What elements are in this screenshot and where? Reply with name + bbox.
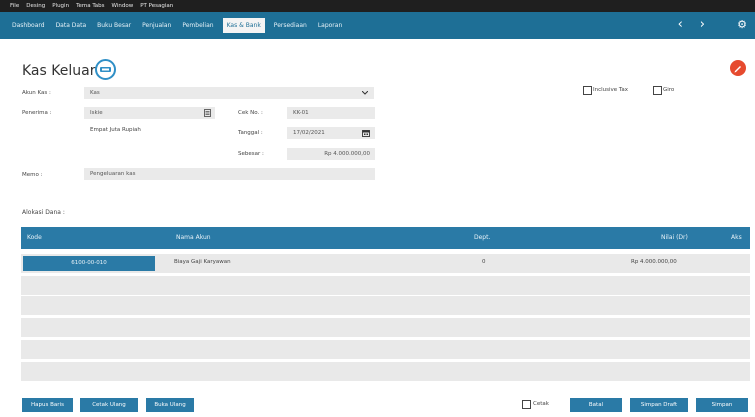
cetak-label: Cetak: [533, 401, 549, 407]
menu-company[interactable]: PT Pesagian: [140, 3, 173, 9]
inclusive-tax-checkbox[interactable]: [583, 86, 592, 95]
terbilang-text: Empat Juta Rupiah: [90, 127, 141, 133]
simpan-draft-button[interactable]: Simpan Draft: [630, 398, 688, 412]
akun-kas-select[interactable]: Kas: [84, 87, 374, 99]
akun-kas-label: Akun Kas :: [22, 90, 51, 96]
batal-button[interactable]: Batal: [570, 398, 622, 412]
chevron-right-icon[interactable]: ›: [700, 16, 705, 34]
calendar-icon[interactable]: [362, 129, 370, 137]
row-dept-cell: 0: [482, 259, 486, 265]
tab-dashboard[interactable]: Dashboard: [10, 19, 47, 32]
tab-data-data[interactable]: Data Data: [54, 19, 89, 32]
alokasi-dana-label: Alokasi Dana :: [22, 209, 65, 216]
giro-label: Giro: [663, 87, 675, 93]
simpan-button[interactable]: Simpan: [696, 398, 748, 412]
pencil-icon[interactable]: [730, 60, 746, 76]
chevron-left-icon[interactable]: ‹: [678, 16, 683, 34]
penerima-label: Penerima :: [22, 110, 52, 116]
giro-checkbox[interactable]: [653, 86, 662, 95]
col-kode[interactable]: Kode: [27, 234, 42, 241]
table-row-empty[interactable]: [21, 276, 750, 295]
buka-ulang-button[interactable]: Buka Ulang: [146, 398, 194, 412]
row-nama-cell: Biaya Gaji Karyawan: [174, 259, 231, 265]
gear-icon[interactable]: ⚙: [737, 18, 747, 31]
col-nama-akun[interactable]: Nama Akun: [176, 234, 211, 241]
cetak-ulang-button[interactable]: Cetak Ulang: [80, 398, 138, 412]
col-nilai[interactable]: Nilai (Dr): [661, 234, 688, 241]
memo-input[interactable]: Pengeluaran kas: [84, 168, 375, 180]
table-row-empty[interactable]: [21, 362, 750, 381]
table-row[interactable]: 6100-00-010 Biaya Gaji Karyawan 0 Rp 4.0…: [21, 254, 750, 273]
table-row-empty[interactable]: [21, 318, 750, 337]
tab-buku-besar[interactable]: Buku Besar: [95, 19, 133, 32]
tab-penjualan[interactable]: Penjualan: [140, 19, 173, 32]
menu-desing[interactable]: Desing: [26, 3, 45, 9]
menu-file[interactable]: File: [10, 3, 19, 9]
pencil-icon-glyph: [734, 66, 741, 73]
inclusive-tax-label: Inclusive Tax: [593, 87, 629, 93]
row-kode-cell[interactable]: 6100-00-010: [23, 256, 155, 271]
cek-no-value: KK-01: [293, 110, 309, 116]
table-row-empty[interactable]: [21, 340, 750, 359]
tab-kas-bank[interactable]: Kas & Bank: [222, 18, 265, 33]
hapus-baris-button[interactable]: Hapus Baris: [22, 398, 73, 412]
page-title: Kas Keluar: [22, 63, 96, 79]
menu-tema-tabs[interactable]: Tema Tabs: [76, 3, 104, 9]
menu-plugin[interactable]: Plugin: [52, 3, 69, 9]
nav-arrows: ‹ ›: [678, 16, 705, 34]
row-nilai-cell: Rp 4.000.000,00: [631, 259, 677, 265]
tab-laporan[interactable]: Laporan: [316, 19, 344, 32]
col-aksi[interactable]: Aks: [731, 234, 742, 241]
list-icon[interactable]: [204, 109, 211, 117]
cek-no-label: Cek No. :: [238, 110, 263, 116]
tanggal-value: 17/02/2021: [293, 130, 325, 136]
tanggal-label: Tanggal :: [238, 130, 263, 136]
penerima-value: Iskie: [90, 110, 103, 116]
tab-persediaan[interactable]: Persediaan: [272, 19, 309, 32]
menu-window[interactable]: Window: [112, 3, 134, 9]
tab-pembelian[interactable]: Pembelian: [180, 19, 215, 32]
cetak-checkbox[interactable]: [522, 400, 531, 409]
akun-kas-value: Kas: [90, 90, 100, 96]
chevron-down-icon: [362, 91, 368, 95]
alokasi-table-header: Kode Nama Akun Dept. Nilai (Dr) Aks: [21, 227, 750, 249]
penerima-input[interactable]: Iskie: [84, 107, 215, 119]
pay-icon-glyph: [100, 67, 111, 72]
col-dept[interactable]: Dept.: [474, 234, 490, 241]
pay-icon[interactable]: [95, 59, 116, 80]
cek-no-input[interactable]: KK-01: [287, 107, 375, 119]
app-menubar: File Desing Plugin Tema Tabs Window PT P…: [0, 0, 755, 12]
sebesar-value: Rp 4.000.000,00: [324, 151, 370, 157]
table-row-empty[interactable]: [21, 296, 750, 315]
main-nav: Dashboard Data Data Buku Besar Penjualan…: [0, 12, 755, 39]
memo-value: Pengeluaran kas: [90, 171, 136, 177]
memo-label: Memo :: [22, 172, 43, 178]
tanggal-input[interactable]: 17/02/2021: [287, 127, 375, 139]
sebesar-input[interactable]: Rp 4.000.000,00: [287, 148, 375, 160]
sebesar-label: Sebesar :: [238, 151, 264, 157]
